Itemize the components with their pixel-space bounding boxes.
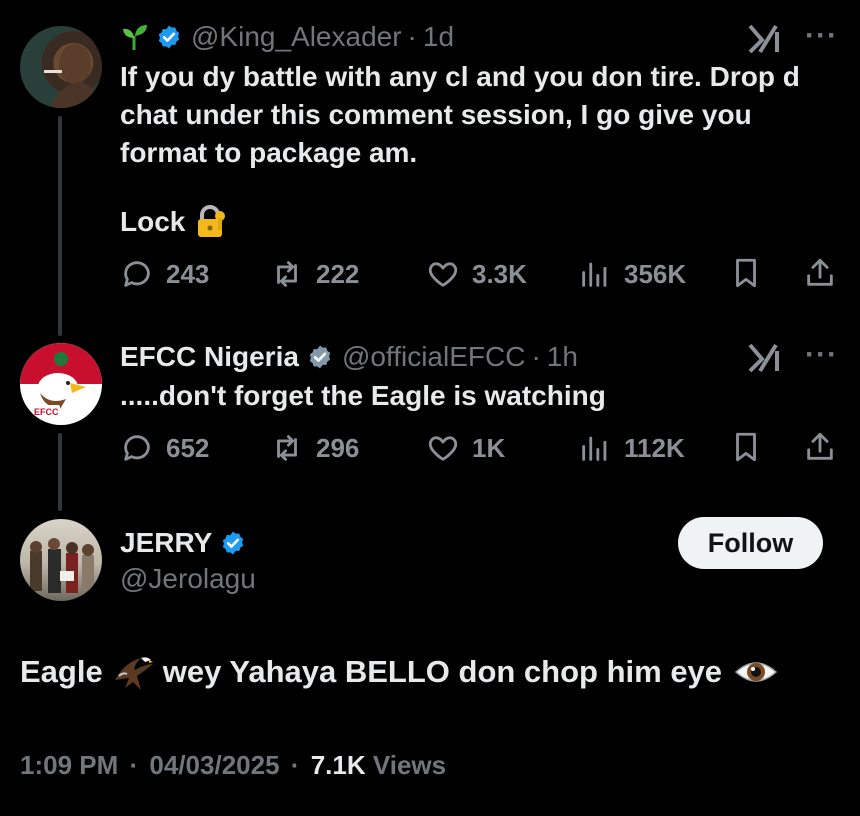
share-icon[interactable] — [803, 430, 837, 464]
repost-icon — [277, 261, 297, 287]
avatar-king-alexader[interactable] — [20, 26, 102, 108]
like-count: 1K — [472, 432, 506, 463]
views-icon — [582, 262, 607, 287]
tweet1-actions: 243 222 3.3K 356K — [120, 256, 836, 292]
reply-icon — [124, 435, 150, 461]
tweet3-handle[interactable]: @Jerolagu — [120, 563, 256, 595]
views-count: 356K — [624, 258, 687, 289]
views-button[interactable]: 356K — [578, 256, 686, 292]
grok-icon[interactable] — [748, 343, 780, 373]
tweet1-header: @King_Alexader · 1d — [120, 20, 454, 54]
tweet3-name[interactable]: JERRY — [120, 527, 212, 559]
share-icon[interactable] — [803, 256, 837, 290]
sprout-icon — [123, 25, 147, 50]
reply-button[interactable]: 652 — [120, 430, 209, 466]
tweet1-time[interactable]: 1d — [423, 21, 454, 53]
repost-count: 296 — [316, 432, 360, 463]
repost-button[interactable]: 296 — [270, 430, 359, 466]
reply-button[interactable]: 243 — [120, 256, 209, 292]
like-count: 3.3K — [472, 258, 527, 289]
views-count: 112K — [624, 432, 685, 463]
tweet1-line-1: If you dy battle with any cl and you don… — [120, 61, 800, 92]
repost-button[interactable]: 222 — [270, 256, 359, 292]
verified-icon — [158, 25, 180, 49]
verified-gray-icon — [309, 345, 331, 369]
reply-count: 243 — [166, 258, 210, 289]
like-icon — [428, 436, 458, 461]
tweet2-name[interactable]: EFCC Nigeria — [120, 341, 299, 373]
verified-icon — [223, 531, 244, 555]
tweet1-line-3: format to package am. — [120, 137, 418, 168]
tweet3-handle-row: @Jerolagu — [120, 562, 256, 596]
tweet2-handle[interactable]: @officialEFCC — [342, 341, 526, 373]
tweet2-header: EFCC Nigeria @officialEFCC · 1h — [120, 340, 578, 374]
tweet2-actions: 652 296 1K 112K — [120, 430, 836, 466]
tweet3-text-part2: wey Yahaya BELLO don chop him eye — [162, 654, 723, 689]
tweet1-handle[interactable]: @King_Alexader — [191, 21, 402, 53]
tweet3-timestamp[interactable]: 1:09 PM — [20, 750, 118, 780]
tweet3-views-count: 7.1K — [310, 750, 366, 780]
like-icon — [428, 262, 458, 287]
efcc-avatar-label: EFCC — [34, 407, 59, 417]
like-button[interactable]: 1K — [426, 430, 505, 466]
like-button[interactable]: 3.3K — [426, 256, 527, 292]
tweet1-lock-text: Lock — [120, 206, 186, 237]
tweet3-name-row: JERRY — [120, 526, 255, 560]
tweet3-views-label: Views — [372, 750, 447, 780]
avatar-jerry[interactable] — [20, 519, 102, 601]
meta-separator-1: · — [129, 750, 139, 780]
lock-icon — [198, 205, 226, 237]
tweet1-text: If you dy battle with any cl and you don… — [120, 58, 800, 172]
views-icon — [582, 436, 607, 461]
repost-icon — [277, 435, 297, 461]
bookmark-icon[interactable] — [729, 430, 763, 464]
tweet2-separator: · — [531, 341, 541, 372]
tweet2-text: .....don't forget the Eagle is watching — [120, 380, 606, 411]
reply-count: 652 — [166, 432, 210, 463]
avatar-efcc[interactable]: EFCC — [20, 343, 102, 425]
repost-count: 222 — [316, 258, 360, 289]
bookmark-icon[interactable] — [729, 256, 763, 290]
tweet3-date[interactable]: 04/03/2025 — [149, 750, 279, 780]
grok-icon[interactable] — [748, 24, 780, 54]
tweet2-time[interactable]: 1h — [547, 341, 578, 373]
tweet3-text-part1: Eagle — [20, 654, 103, 689]
tweet3-text: Eagle wey Yahaya BELLO don chop him eye — [20, 650, 786, 694]
eye-icon — [734, 662, 778, 682]
eagle-icon — [114, 657, 153, 690]
thread-line-2 — [58, 433, 62, 511]
meta-separator-2: · — [290, 750, 300, 780]
tweet1-line-2: chat under this comment session, I go gi… — [120, 99, 752, 130]
follow-button[interactable]: Follow — [678, 517, 823, 569]
views-button[interactable]: 112K — [578, 430, 685, 466]
tweet1-separator: · — [407, 21, 417, 52]
thread-line-1 — [58, 116, 62, 336]
more-icon[interactable]: ··· — [805, 340, 838, 370]
tweet3-meta: 1:09 PM · 04/03/2025 · 7.1K Views — [20, 750, 446, 781]
more-icon[interactable]: ··· — [805, 21, 838, 51]
reply-icon — [124, 261, 150, 287]
tweet1-lock-line: Lock — [120, 203, 229, 241]
